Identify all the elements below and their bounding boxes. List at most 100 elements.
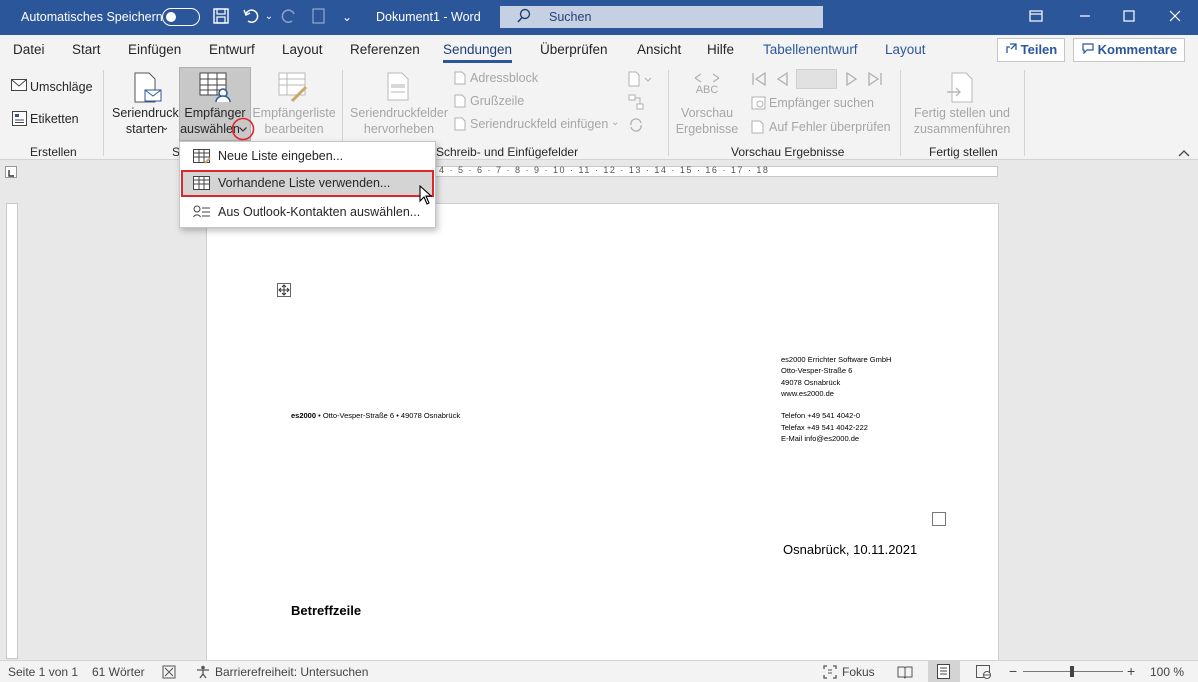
find-recipient-button[interactable]: Empfänger suchen xyxy=(769,96,874,110)
zoom-slider-thumb[interactable] xyxy=(1070,666,1074,677)
undo-icon[interactable] xyxy=(241,7,261,27)
share-button[interactable]: Teilen xyxy=(997,38,1065,62)
select-recipients-icon xyxy=(199,71,231,106)
table-move-handle-icon[interactable] xyxy=(277,283,291,300)
update-labels-icon[interactable] xyxy=(628,117,644,136)
finish-merge-line2[interactable]: zusammenführen xyxy=(903,122,1021,136)
insert-merge-field-icon xyxy=(454,117,466,134)
check-errors-button[interactable]: Auf Fehler überprüfen xyxy=(769,120,891,134)
search-icon xyxy=(516,8,532,27)
touch-mode-icon[interactable] xyxy=(309,7,329,27)
zoom-in-button[interactable]: + xyxy=(1127,663,1135,679)
company-line: Telefax +49 541 4042-222 xyxy=(781,422,868,432)
edit-recipient-list-line1[interactable]: Empfängerliste xyxy=(251,106,337,120)
highlight-merge-fields-line2[interactable]: hervorheben xyxy=(345,122,453,136)
search-box[interactable]: Suchen xyxy=(500,6,823,28)
start-mail-merge-line1[interactable]: Seriendruck xyxy=(112,106,179,120)
highlight-merge-fields-icon xyxy=(386,72,412,105)
comment-icon xyxy=(1082,42,1098,57)
record-number-input[interactable] xyxy=(796,69,837,89)
checkbox-field[interactable] xyxy=(932,512,946,526)
group-label-erstellen: Erstellen xyxy=(30,145,77,159)
tab-ansicht[interactable]: Ansicht xyxy=(637,42,681,57)
focus-button[interactable]: Fokus xyxy=(842,665,875,679)
finish-merge-icon xyxy=(946,72,976,107)
first-record-icon[interactable] xyxy=(751,71,767,89)
tab-start[interactable]: Start xyxy=(72,42,101,57)
envelopes-button[interactable]: Umschläge xyxy=(30,80,93,94)
finish-merge-line1[interactable]: Fertig stellen und xyxy=(903,106,1021,120)
comments-button[interactable]: Kommentare xyxy=(1073,38,1185,62)
search-placeholder: Suchen xyxy=(549,10,592,24)
collapse-ribbon-icon[interactable] xyxy=(1178,146,1190,160)
ribbon-tabs: Datei Start Einfügen Entwurf Layout Refe… xyxy=(0,35,1198,66)
labels-button[interactable]: Etiketten xyxy=(30,112,79,126)
tab-tabellenentwurf[interactable]: Tabellenentwurf xyxy=(763,42,858,57)
minimize-icon[interactable] xyxy=(1075,8,1095,26)
tab-sendungen[interactable]: Sendungen xyxy=(443,42,513,63)
undo-dropdown-icon[interactable]: ⌄ xyxy=(259,7,279,27)
envelope-icon xyxy=(11,79,27,94)
tab-referenzen[interactable]: Referenzen xyxy=(350,42,420,57)
company-line: Telefon +49 541 4042-0 xyxy=(781,411,861,421)
ribbon-display-options-icon[interactable] xyxy=(1026,8,1046,26)
tab-selector[interactable] xyxy=(5,166,17,178)
address-block-button[interactable]: Adressblock xyxy=(470,71,538,85)
customize-toolbar-icon[interactable]: ⌄ xyxy=(337,7,357,27)
share-label: Teilen xyxy=(1020,42,1058,57)
zoom-out-button[interactable]: − xyxy=(1009,663,1017,679)
rules-icon[interactable] xyxy=(628,71,652,90)
share-icon xyxy=(1006,42,1021,57)
preview-results-line2[interactable]: Ergebnisse xyxy=(672,122,742,136)
tab-hilfe[interactable]: Hilfe xyxy=(707,42,734,57)
preview-results-line1[interactable]: Vorschau xyxy=(672,106,742,120)
vertical-ruler[interactable] xyxy=(6,203,18,659)
comments-label: Kommentare xyxy=(1097,42,1178,57)
tab-datei[interactable]: Datei xyxy=(13,42,45,57)
document-page[interactable]: es2000 • Otto-Vesper-Straße 6 • 49078 Os… xyxy=(206,203,999,663)
sender-line-rest: • Otto-Vesper-Straße 6 • 49078 Osnabrück xyxy=(316,411,461,420)
redo-icon[interactable] xyxy=(279,7,299,27)
page-count[interactable]: Seite 1 von 1 xyxy=(8,665,78,679)
address-block-icon xyxy=(454,71,466,88)
print-layout-button[interactable] xyxy=(928,661,960,682)
web-layout-icon[interactable] xyxy=(976,665,992,682)
menu-item-label: Vorhandene Liste verwenden... xyxy=(218,176,391,190)
tab-einfuegen[interactable]: Einfügen xyxy=(128,42,181,57)
menu-item-label: Neue Liste eingeben... xyxy=(218,149,344,163)
autosave-toggle[interactable] xyxy=(162,8,200,26)
next-record-icon[interactable] xyxy=(845,71,859,89)
menu-item-label: Aus Outlook-Kontakten auswählen... xyxy=(218,205,421,219)
edit-recipient-list-icon xyxy=(278,71,310,106)
highlight-merge-fields-line1[interactable]: Seriendruckfelder xyxy=(345,106,453,120)
previous-record-icon[interactable] xyxy=(775,71,789,89)
zoom-level[interactable]: 100 % xyxy=(1150,665,1184,679)
read-mode-icon[interactable] xyxy=(897,665,913,682)
insert-merge-field-button[interactable]: Seriendruckfeld einfügen xyxy=(470,117,608,131)
tab-layout-table[interactable]: Layout xyxy=(885,42,926,57)
proofing-icon[interactable] xyxy=(162,665,176,682)
word-count[interactable]: 61 Wörter xyxy=(92,665,145,679)
greeting-line-icon xyxy=(454,94,466,111)
group-separator xyxy=(900,70,901,156)
match-fields-icon[interactable] xyxy=(628,94,644,113)
maximize-icon[interactable] xyxy=(1119,8,1139,26)
menu-item-use-existing-list[interactable]: Vorhandene Liste verwenden... xyxy=(181,170,434,197)
tab-entwurf[interactable]: Entwurf xyxy=(209,42,255,57)
tab-layout[interactable]: Layout xyxy=(282,42,323,57)
edit-recipient-list-line2[interactable]: bearbeiten xyxy=(251,122,337,136)
save-icon[interactable] xyxy=(211,7,231,27)
group-separator xyxy=(1024,70,1025,156)
menu-item-outlook-contacts[interactable]: Aus Outlook-Kontakten auswählen... xyxy=(181,199,434,226)
last-record-icon[interactable] xyxy=(867,71,883,89)
greeting-line-button[interactable]: Grußzeile xyxy=(470,94,524,108)
sender-line-bold: es2000 xyxy=(291,411,317,420)
close-icon[interactable] xyxy=(1165,8,1185,26)
select-recipients-menu: Neue Liste eingeben... Vorhandene Liste … xyxy=(179,141,436,228)
tab-ueberpruefen[interactable]: Überprüfen xyxy=(540,42,608,57)
menu-item-new-list[interactable]: Neue Liste eingeben... xyxy=(181,143,434,170)
print-layout-icon xyxy=(937,664,950,682)
company-line: es2000 Errichter Software GmbH xyxy=(781,355,892,364)
contacts-icon xyxy=(193,205,211,220)
accessibility-status[interactable]: Barrierefreiheit: Untersuchen xyxy=(215,665,368,679)
